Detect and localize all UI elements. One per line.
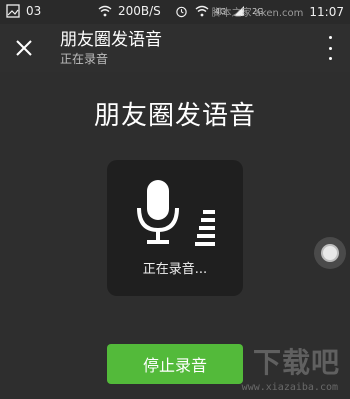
watermark: 下载吧 www.xiazaiba.com: [226, 333, 346, 397]
recording-panel: 正在录音...: [107, 160, 243, 296]
watermark-url: www.xiazaiba.com: [241, 382, 338, 393]
microphone-icon: [137, 180, 179, 244]
more-dot-icon: [328, 57, 332, 60]
recording-status-text: 正在录音...: [142, 262, 208, 277]
watermark-brand: 下载吧: [252, 346, 340, 379]
wifi-icon: [98, 4, 112, 18]
wifi-signal-icon: [195, 4, 209, 18]
more-dot-icon: [328, 36, 332, 39]
more-options-button[interactable]: [324, 36, 336, 60]
clock: 11:07: [309, 4, 344, 19]
header: 朋友圈发语音 正在录音: [0, 24, 350, 72]
gallery-icon: [6, 4, 20, 18]
status-right: 脚本之家 aken.com 11:07: [211, 4, 344, 20]
assist-circle-icon: [321, 244, 339, 262]
close-icon: [16, 40, 32, 56]
header-subtitle: 正在录音: [60, 52, 109, 66]
stop-recording-button[interactable]: 停止录音: [107, 344, 243, 384]
network-speed: 200B/S: [118, 4, 161, 18]
header-title: 朋友圈发语音: [60, 30, 162, 50]
screen: 03 200B/S 4G 2G 脚本之家 aken.com 11:07 朋友圈发…: [0, 0, 350, 399]
notification-text: 03: [26, 4, 42, 18]
status-bar: 03 200B/S 4G 2G 脚本之家 aken.com 11:07: [0, 0, 350, 24]
alarm-icon: [175, 4, 189, 18]
volume-level-icon: [195, 210, 215, 246]
page-title: 朋友圈发语音: [93, 101, 256, 131]
close-button[interactable]: [10, 34, 38, 62]
status-watermark: 脚本之家 aken.com: [211, 8, 304, 19]
more-dot-icon: [328, 46, 332, 50]
floating-assist-button[interactable]: [314, 237, 346, 269]
status-left: 03: [6, 4, 41, 18]
